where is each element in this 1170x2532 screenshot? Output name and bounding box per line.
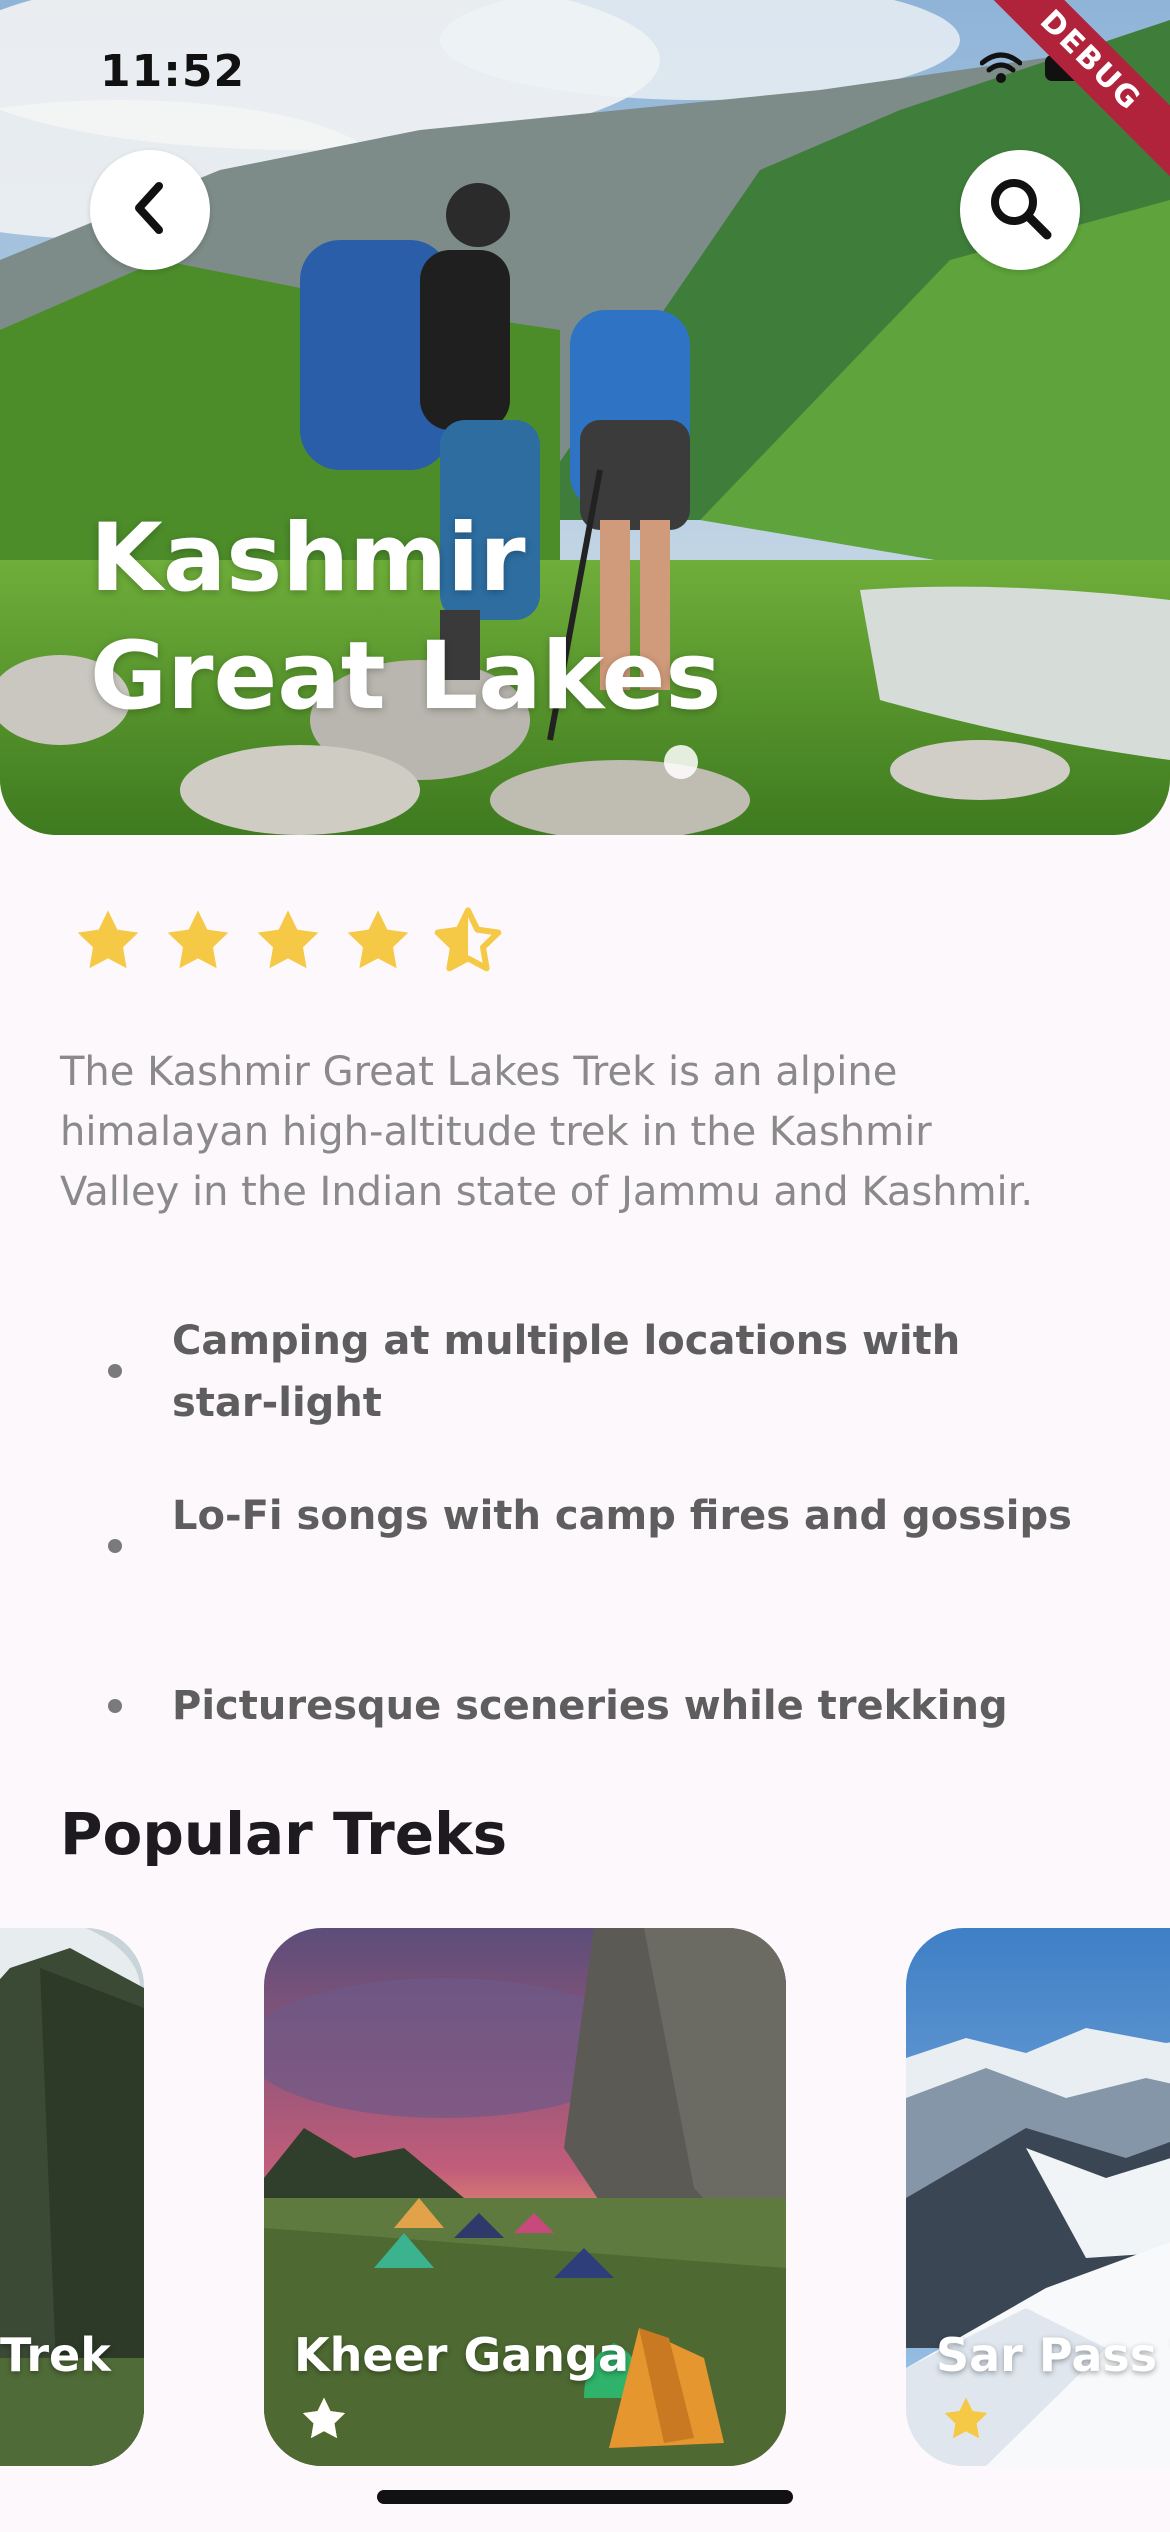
bullet-icon xyxy=(108,1539,122,1553)
trek-card[interactable]: Kheer Ganga xyxy=(264,1928,786,2466)
trek-card-name: Sar Pass Trek xyxy=(936,2328,1170,2382)
trek-rating xyxy=(70,905,506,981)
trek-card-image xyxy=(0,1928,144,2466)
trek-card-image xyxy=(906,1928,1170,2466)
carousel-page-indicator[interactable] xyxy=(664,745,698,779)
search-icon xyxy=(987,175,1053,245)
trek-card-name: Trek xyxy=(0,2328,111,2382)
list-item: Lo-Fi songs with camp fires and gossips xyxy=(60,1485,1072,1553)
home-indicator[interactable] xyxy=(377,2490,793,2504)
search-button[interactable] xyxy=(960,150,1080,270)
chevron-left-icon xyxy=(125,178,175,242)
trek-title: Kashmir Great Lakes xyxy=(90,504,722,731)
section-title: Popular Treks xyxy=(60,1800,508,1868)
bullet-icon xyxy=(108,1699,122,1713)
feature-text: Camping at multiple locations with star-… xyxy=(172,1318,961,1426)
star-icon xyxy=(160,905,236,981)
bullet-icon xyxy=(108,1364,122,1378)
hero-carousel[interactable]: 11:52 DEBUG Kashmir Great Lakes xyxy=(0,0,1170,835)
trek-card-image xyxy=(264,1928,786,2466)
trek-card[interactable]: Sar Pass Trek xyxy=(906,1928,1170,2466)
trek-detail-screen: 11:52 DEBUG Kashmir Great Lakes The Kash… xyxy=(0,0,1170,2532)
back-button[interactable] xyxy=(90,150,210,270)
star-icon xyxy=(340,905,416,981)
list-item: Camping at multiple locations with star-… xyxy=(60,1310,1072,1434)
list-item: Picturesque sceneries while trekking xyxy=(60,1675,1122,1737)
wifi-icon xyxy=(979,52,1023,88)
trek-description: The Kashmir Great Lakes Trek is an alpin… xyxy=(60,1049,1034,1215)
status-time: 11:52 xyxy=(100,46,246,97)
trek-card[interactable]: Trek xyxy=(0,1928,144,2466)
feature-text: Picturesque sceneries while trekking xyxy=(172,1683,1008,1729)
feature-text: Lo-Fi songs with camp fires and gossips xyxy=(172,1493,1072,1539)
star-icon xyxy=(70,905,146,981)
star-half-icon xyxy=(430,905,506,981)
trek-card-name: Kheer Ganga xyxy=(294,2328,630,2382)
star-icon xyxy=(250,905,326,981)
